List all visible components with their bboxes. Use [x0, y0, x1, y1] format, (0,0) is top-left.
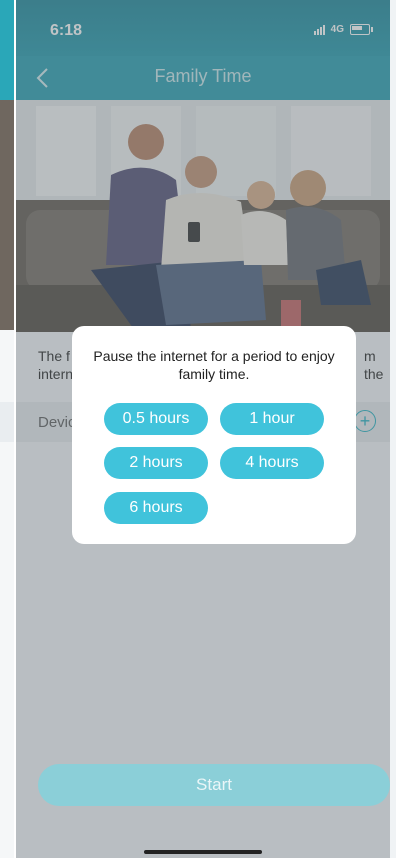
option-4-hours[interactable]: 4 hours [220, 447, 324, 479]
right-screen-peek [390, 0, 396, 858]
pause-duration-dialog: Pause the internet for a period to enjoy… [72, 326, 356, 544]
option-1-hour[interactable]: 1 hour [220, 403, 324, 435]
left-peek-row [0, 402, 14, 442]
phone-screen: 6:18 4G Family Time The f m the intern D… [16, 0, 390, 858]
left-peek-header [0, 0, 14, 100]
option-0-5-hours[interactable]: 0.5 hours [104, 403, 208, 435]
left-screen-peek [0, 0, 14, 858]
option-6-hours[interactable]: 6 hours [104, 492, 208, 524]
dialog-message: Pause the internet for a period to enjoy… [93, 348, 335, 382]
home-indicator [144, 850, 262, 854]
left-peek-photo [0, 100, 14, 330]
start-button[interactable]: Start [38, 764, 390, 806]
option-2-hours[interactable]: 2 hours [104, 447, 208, 479]
